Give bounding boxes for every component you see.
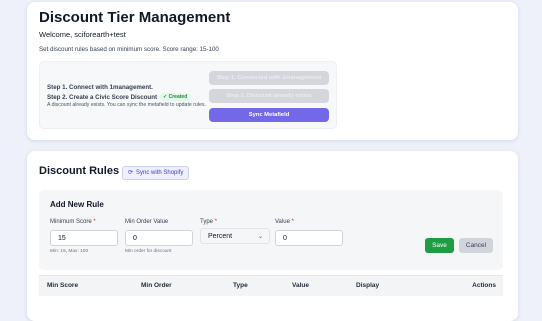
column-header-value: Value <box>292 282 309 289</box>
discount-exists-button[interactable]: Step 2. Discount already exists <box>209 89 329 103</box>
min-score-label-text: Minimum Score <box>50 219 92 225</box>
score-range-text: Set discount rules based on minimum scor… <box>39 46 219 53</box>
value-label-text: Value <box>275 219 290 225</box>
step-1-text: Step 1. Connect with 1management. <box>47 84 153 91</box>
refresh-icon: ⟳ <box>128 170 134 176</box>
value-label: Value * <box>275 219 294 225</box>
rules-table-header: Min Score Min Order Type Value Display A… <box>39 275 503 296</box>
page-title: Discount Tier Management <box>39 9 231 26</box>
setup-steps-panel: Step 1. Connect with 1management. Step 2… <box>39 61 337 129</box>
rules-title: Discount Rules <box>39 165 120 177</box>
settings-card: Discount Tier Management Welcome, scifor… <box>27 2 518 140</box>
sync-metafield-button[interactable]: Sync Metafield <box>209 108 329 122</box>
type-select-value: Percent <box>208 233 233 240</box>
step-note: A discount already exists. You can sync … <box>47 102 206 108</box>
column-header-min-score: Min Score <box>47 282 79 289</box>
connected-button[interactable]: Step 1. Connected with 1management <box>209 71 329 85</box>
min-order-label: Min Order Value <box>125 219 169 225</box>
chevron-down-icon: ⌄ <box>257 234 263 240</box>
sync-shopify-label: Sync with Shopify <box>136 170 184 176</box>
type-label: Type * <box>200 219 217 225</box>
min-score-label: Minimum Score * <box>50 219 96 225</box>
created-badge: ✓ Created <box>160 93 191 101</box>
discount-rules-card: Discount Rules ⟳ Sync with Shopify Add Ne… <box>27 151 518 321</box>
add-rule-title: Add New Rule <box>50 200 104 209</box>
cancel-button[interactable]: Cancel <box>459 238 493 253</box>
required-mark: * <box>93 219 96 225</box>
type-label-text: Type <box>200 219 214 225</box>
min-score-input[interactable]: 15 <box>50 230 118 246</box>
step-2-label: Step 2. Create a Civic Score Discount <box>47 94 158 101</box>
min-score-help: Min: 15, Max: 100 <box>50 249 89 254</box>
min-order-input[interactable]: 0 <box>125 230 193 246</box>
required-mark: * <box>214 219 218 225</box>
sync-shopify-button[interactable]: ⟳ Sync with Shopify <box>122 166 190 180</box>
add-rule-form: Add New Rule Minimum Score * 15 Min: 15,… <box>39 190 503 270</box>
step-2-text: Step 2. Create a Civic Score Discount ✓ C… <box>47 93 191 101</box>
welcome-text: Welcome, sciforearth+test <box>39 30 126 39</box>
column-header-type: Type <box>233 282 248 289</box>
save-button[interactable]: Save <box>425 238 454 253</box>
required-mark: * <box>291 219 294 225</box>
column-header-display: Display <box>356 282 380 289</box>
column-header-actions: Actions <box>472 282 496 289</box>
column-header-min-order: Min Order <box>141 282 172 289</box>
value-input[interactable]: 0 <box>275 230 343 246</box>
type-select[interactable]: Percent ⌄ <box>200 228 270 244</box>
min-order-help: Min order for discount <box>125 249 172 254</box>
